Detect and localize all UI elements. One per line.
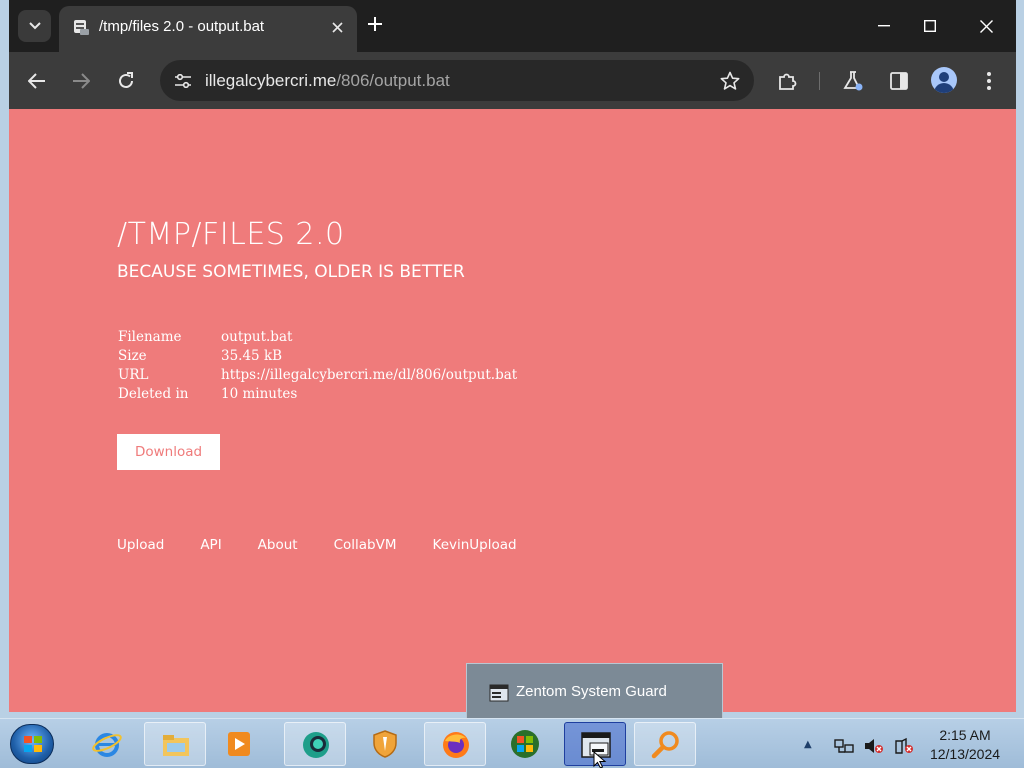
info-value: https://illegalcybercri.me/dl/806/output… bbox=[221, 366, 518, 383]
taskbar-thumbnail-popup[interactable]: Zentom System Guard bbox=[466, 663, 723, 719]
security-shield-icon bbox=[373, 730, 397, 758]
info-key: Filename bbox=[118, 328, 182, 345]
start-button[interactable] bbox=[10, 724, 54, 764]
close-icon bbox=[331, 21, 343, 33]
clock-date: 12/13/2024 bbox=[929, 746, 1001, 762]
chevron-down-icon bbox=[28, 22, 41, 30]
mouse-cursor-icon bbox=[593, 751, 607, 768]
system-clock[interactable]: 2:15 AM 12/13/2024 bbox=[920, 726, 1010, 764]
plus-icon bbox=[368, 17, 382, 31]
desktop: /tmp/files 2.0 - output.bat illegalcyber… bbox=[0, 0, 1024, 768]
tab-close-button[interactable] bbox=[327, 17, 347, 37]
site-title: /TMP/FILES 2.0 bbox=[117, 217, 345, 252]
labs-button[interactable] bbox=[837, 65, 869, 97]
page-content: /TMP/FILES 2.0 BECAUSE SOMETIMES, OLDER … bbox=[9, 109, 1016, 712]
avatar-body bbox=[934, 83, 954, 93]
taskbar-chat-app[interactable] bbox=[284, 722, 346, 766]
bookmark-button[interactable] bbox=[718, 69, 742, 93]
network-icon[interactable] bbox=[834, 737, 854, 755]
maximize-button[interactable] bbox=[908, 10, 952, 42]
browser-toolbar: illegalcybercri.me/806/output.bat bbox=[9, 52, 1016, 109]
volume-muted-icon[interactable] bbox=[864, 737, 884, 755]
maximize-icon bbox=[924, 20, 936, 32]
footer-link-api[interactable]: API bbox=[200, 537, 221, 553]
address-url: illegalcybercri.me/806/output.bat bbox=[205, 71, 450, 91]
footer-link-collabvm[interactable]: CollabVM bbox=[334, 537, 397, 553]
close-icon bbox=[979, 19, 993, 33]
puzzle-icon bbox=[779, 73, 797, 90]
flask-icon bbox=[843, 71, 863, 91]
menu-button[interactable] bbox=[973, 65, 1005, 97]
footer-nav: Upload API About CollabVM KevinUpload bbox=[117, 537, 553, 553]
kebab-menu-icon bbox=[987, 72, 991, 90]
chat-app-icon bbox=[303, 732, 329, 758]
minimize-icon bbox=[878, 25, 890, 27]
tray-overflow-button[interactable]: ▲ bbox=[804, 739, 812, 750]
clock-time: 2:15 AM bbox=[939, 727, 991, 743]
windows-icon bbox=[24, 736, 42, 752]
footer-link-about[interactable]: About bbox=[258, 537, 298, 553]
internet-explorer-icon bbox=[92, 733, 122, 757]
toolbar-separator bbox=[819, 72, 820, 90]
address-bar[interactable]: illegalcybercri.me/806/output.bat bbox=[160, 60, 754, 101]
side-panel-button[interactable] bbox=[883, 65, 915, 97]
taskbar-security-shield[interactable] bbox=[354, 722, 416, 766]
close-window-button[interactable] bbox=[964, 10, 1008, 42]
side-panel-icon bbox=[890, 72, 908, 90]
thumbnail-label: Zentom System Guard bbox=[516, 683, 667, 700]
tab-search-button[interactable] bbox=[18, 10, 51, 42]
taskbar-file-explorer[interactable] bbox=[144, 722, 206, 766]
windows-icon bbox=[511, 730, 539, 758]
url-host: illegalcybercri.me bbox=[205, 71, 337, 90]
extensions-button[interactable] bbox=[771, 65, 803, 97]
site-subtitle: BECAUSE SOMETIMES, OLDER IS BETTER bbox=[117, 262, 465, 282]
taskbar-search-tool[interactable] bbox=[634, 722, 696, 766]
info-row-url: URL https://illegalcybercri.me/dl/806/ou… bbox=[118, 365, 517, 384]
url-path: /806/output.bat bbox=[336, 71, 450, 90]
back-button[interactable] bbox=[21, 65, 53, 97]
info-value: 35.45 kB bbox=[221, 347, 283, 364]
new-tab-button[interactable] bbox=[363, 12, 387, 36]
info-key: Size bbox=[118, 347, 147, 364]
site-info-button[interactable] bbox=[168, 66, 198, 96]
info-row-deleted-in: Deleted in 10 minutes bbox=[118, 384, 517, 403]
back-arrow-icon bbox=[28, 73, 45, 89]
forward-button[interactable] bbox=[65, 65, 97, 97]
taskbar-media-player[interactable] bbox=[208, 722, 270, 766]
profile-icon[interactable] bbox=[931, 67, 957, 93]
tune-icon bbox=[175, 74, 191, 88]
taskbar-internet-explorer[interactable] bbox=[76, 722, 138, 766]
reload-button[interactable] bbox=[110, 65, 142, 97]
browser-window: /tmp/files 2.0 - output.bat illegalcyber… bbox=[9, 0, 1016, 712]
file-info-table: Filename output.bat Size 35.45 kB URL ht… bbox=[118, 327, 517, 403]
info-row-filename: Filename output.bat bbox=[118, 327, 517, 346]
star-icon bbox=[720, 71, 740, 90]
reload-icon bbox=[119, 72, 133, 88]
action-center-error-icon[interactable] bbox=[894, 737, 914, 755]
forward-arrow-icon bbox=[73, 73, 90, 89]
active-tab[interactable]: /tmp/files 2.0 - output.bat bbox=[59, 6, 357, 52]
minimize-button[interactable] bbox=[862, 10, 906, 42]
firefox-icon bbox=[443, 732, 469, 758]
title-bar: /tmp/files 2.0 - output.bat bbox=[9, 0, 1016, 52]
tab-title: /tmp/files 2.0 - output.bat bbox=[99, 18, 265, 35]
file-explorer-icon bbox=[163, 735, 189, 756]
avatar-head bbox=[939, 72, 949, 82]
info-key: Deleted in bbox=[118, 385, 189, 402]
info-value: output.bat bbox=[221, 328, 293, 345]
media-player-icon bbox=[228, 732, 250, 756]
taskbar-windows-app[interactable] bbox=[494, 722, 556, 766]
info-key: URL bbox=[118, 366, 149, 383]
footer-link-upload[interactable]: Upload bbox=[117, 537, 164, 553]
window-app-icon bbox=[489, 684, 509, 702]
taskbar: ▲ 2:15 AM 12/13/2024 bbox=[0, 718, 1024, 768]
footer-link-kevinupload[interactable]: KevinUpload bbox=[433, 537, 517, 553]
taskbar-firefox[interactable] bbox=[424, 722, 486, 766]
download-button[interactable]: Download bbox=[117, 434, 220, 470]
info-row-size: Size 35.45 kB bbox=[118, 346, 517, 365]
tmp-files-favicon-icon bbox=[74, 20, 89, 35]
search-tool-icon bbox=[651, 731, 679, 759]
info-value: 10 minutes bbox=[221, 385, 298, 402]
